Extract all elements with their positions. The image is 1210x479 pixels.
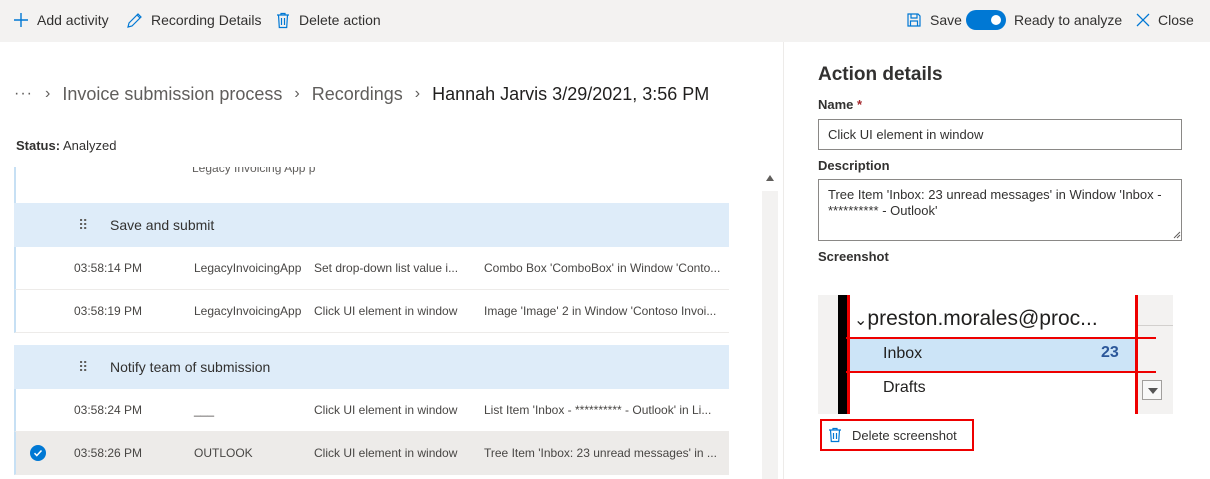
save-label: Save xyxy=(930,12,962,28)
drag-handle-icon[interactable]: ⠿ xyxy=(14,217,110,234)
delete-action-button[interactable]: Delete action xyxy=(275,0,381,40)
row-target: Image 'Image' 2 in Window 'Contoso Invoi… xyxy=(484,304,717,318)
cut-row-text: Legacy Invoicing App p xyxy=(192,167,316,175)
group-notify-team: ⠿ Notify team of submission 03:58:24 PM … xyxy=(14,345,729,475)
row-action: Click UI element in window xyxy=(314,446,458,460)
close-icon xyxy=(1136,13,1150,27)
row-action: Click UI element in window xyxy=(314,403,458,417)
status-value: Analyzed xyxy=(62,138,117,153)
chevron-right-icon: › xyxy=(294,85,300,102)
close-label: Close xyxy=(1158,12,1194,28)
vertical-scrollbar[interactable] xyxy=(762,167,778,479)
row-action: Click UI element in window xyxy=(314,304,458,318)
breadcrumb-item-recordings[interactable]: Recordings xyxy=(312,84,403,105)
breadcrumb: ··· › Invoice submission process › Recor… xyxy=(14,82,709,106)
screenshot-unread-count: 23 xyxy=(1101,344,1119,361)
screenshot-edge xyxy=(1138,325,1173,326)
save-icon xyxy=(907,13,921,27)
table-row[interactable]: 03:58:14 PM LegacyInvoicingApp Set drop-… xyxy=(14,247,729,290)
screenshot-dropdown-icon xyxy=(1142,380,1162,400)
row-app: ___ xyxy=(194,403,215,417)
name-label-text: Name xyxy=(818,97,854,112)
scroll-up-arrow-icon[interactable] xyxy=(766,175,774,181)
row-time: 03:58:24 PM xyxy=(74,403,143,417)
screenshot-drafts: Drafts xyxy=(883,379,926,396)
plus-icon xyxy=(14,13,28,27)
add-activity-button[interactable]: Add activity xyxy=(13,0,109,40)
group-title: Notify team of submission xyxy=(110,359,271,375)
group-header[interactable]: ⠿ Save and submit xyxy=(14,203,729,247)
close-button[interactable]: Close xyxy=(1136,0,1194,40)
scroll-track[interactable] xyxy=(762,191,778,479)
row-action: Set drop-down list value i... xyxy=(314,261,459,275)
toggle-switch[interactable] xyxy=(966,10,1006,30)
ready-to-analyze-toggle[interactable]: Ready to analyze xyxy=(966,0,1122,40)
recording-details-label: Recording Details xyxy=(151,12,262,28)
breadcrumb-overflow-button[interactable]: ··· xyxy=(14,85,33,103)
ready-to-analyze-label: Ready to analyze xyxy=(1014,12,1123,28)
table-row[interactable]: 03:58:19 PM LegacyInvoicingApp Click UI … xyxy=(14,290,729,333)
delete-screenshot-label: Delete screenshot xyxy=(852,427,957,443)
screenshot-bar xyxy=(838,295,847,414)
required-mark: * xyxy=(857,97,863,112)
action-details-panel: Action details Name * Description Tree I… xyxy=(784,42,1210,479)
name-field[interactable] xyxy=(818,119,1182,150)
group-title: Save and submit xyxy=(110,217,215,233)
trash-icon xyxy=(277,12,289,28)
chevron-right-icon: › xyxy=(44,85,51,102)
highlight-line xyxy=(1135,295,1138,414)
breadcrumb-item-process[interactable]: Invoice submission process xyxy=(62,84,282,105)
save-button[interactable]: Save xyxy=(906,0,962,40)
delete-action-label: Delete action xyxy=(299,12,381,28)
row-target: Tree Item 'Inbox: 23 unread messages' in… xyxy=(484,446,717,460)
screenshot-account-text: preston.morales@proc... xyxy=(867,307,1098,330)
row-app: LegacyInvoicingApp xyxy=(194,304,302,318)
add-activity-label: Add activity xyxy=(37,12,109,28)
recording-details-button[interactable]: Recording Details xyxy=(126,0,262,40)
table-row-selected[interactable]: 03:58:26 PM OUTLOOK Click UI element in … xyxy=(14,432,729,475)
panel-title: Action details xyxy=(818,64,943,85)
recording-pane: ··· › Invoice submission process › Recor… xyxy=(0,42,783,479)
name-label: Name * xyxy=(818,97,862,112)
screenshot-inbox: Inbox xyxy=(883,345,923,362)
row-app: LegacyInvoicingApp xyxy=(194,261,302,275)
resize-grip-icon[interactable] xyxy=(1173,231,1181,239)
description-field[interactable]: Tree Item 'Inbox: 23 unread messages' in… xyxy=(818,179,1182,241)
command-bar: Add activity Recording Details Delete ac… xyxy=(0,0,1210,42)
group-header[interactable]: ⠿ Notify team of submission xyxy=(14,345,729,389)
chevron-right-icon: › xyxy=(414,85,421,102)
highlight-line xyxy=(846,371,1156,373)
status: Status: Analyzed xyxy=(16,138,116,153)
group-gap xyxy=(14,333,729,345)
group-save-and-submit: ⠿ Save and submit 03:58:14 PM LegacyInvo… xyxy=(14,203,729,333)
status-label: Status: xyxy=(16,138,61,153)
description-label: Description xyxy=(818,158,890,173)
row-app: OUTLOOK xyxy=(194,446,253,460)
screenshot-label: Screenshot xyxy=(818,249,889,264)
delete-screenshot-button[interactable]: Delete screenshot xyxy=(820,419,974,451)
row-target: List Item 'Inbox - ********** - Outlook'… xyxy=(484,403,712,417)
breadcrumb-current: Hannah Jarvis 3/29/2021, 3:56 PM xyxy=(432,83,710,104)
pencil-icon xyxy=(127,12,142,28)
chevron-down-icon: ⌄ xyxy=(854,312,868,329)
row-time: 03:58:19 PM xyxy=(74,304,143,318)
action-list: Legacy Invoicing App p ⠿ Save and submit… xyxy=(14,167,729,479)
table-row[interactable]: 03:58:24 PM ___ Click UI element in wind… xyxy=(14,389,729,432)
row-time: 03:58:26 PM xyxy=(74,446,143,460)
row-time: 03:58:14 PM xyxy=(74,261,143,275)
checkmark-icon[interactable] xyxy=(30,445,46,461)
screenshot-image: ⌄preston.morales@proc... Inbox 23 Drafts xyxy=(818,295,1173,414)
list-item[interactable]: Legacy Invoicing App p xyxy=(14,167,729,203)
drag-handle-icon[interactable]: ⠿ xyxy=(14,359,110,376)
row-target: Combo Box 'ComboBox' in Window 'Conto... xyxy=(484,261,721,275)
screenshot-account: ⌄preston.morales@proc... xyxy=(854,307,1098,331)
trash-icon xyxy=(829,427,841,443)
highlight-line xyxy=(846,337,1156,339)
